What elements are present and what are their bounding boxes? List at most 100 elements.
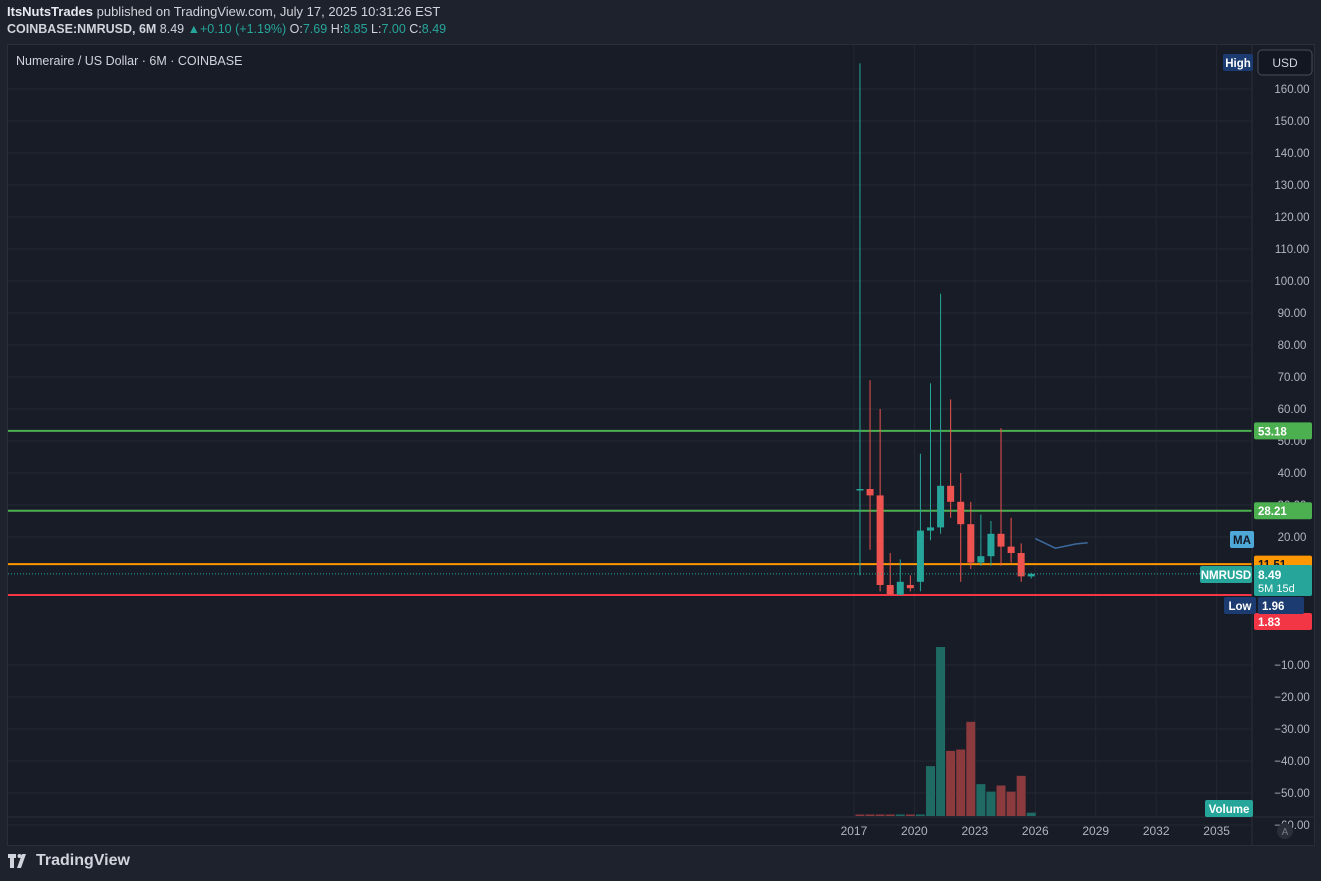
auto-scale-label: A xyxy=(1282,827,1289,838)
candle-body xyxy=(957,501,965,525)
candle-body xyxy=(866,489,874,496)
volume-bar xyxy=(925,766,935,816)
volume-tick-label: −10.00 xyxy=(1274,660,1310,672)
time-tick-label: 2017 xyxy=(841,824,868,838)
volume-bars xyxy=(855,647,1036,816)
volume-bar xyxy=(946,750,956,816)
price-chart[interactable]: 160.00 150.00 140.00 130.00 120.00 110.00 100.… xyxy=(8,45,1314,845)
candle-body xyxy=(896,581,904,595)
volume-bar xyxy=(996,785,1006,816)
candle-body xyxy=(856,489,864,491)
last-price: 8.49 xyxy=(159,22,185,36)
hline-value-tag: 1.83 xyxy=(1258,617,1280,629)
candle-body xyxy=(967,524,975,563)
grid-lines xyxy=(8,45,1252,826)
tradingview-brand[interactable]: TradingView xyxy=(8,852,130,870)
open-value: 7.69 xyxy=(302,22,328,36)
ma-line-path xyxy=(1034,537,1088,549)
volume-bar xyxy=(875,814,885,816)
price-tick-label: 150.00 xyxy=(1274,116,1309,128)
volume-bar xyxy=(855,814,865,816)
change-arrow-icon: ▲ xyxy=(187,22,200,36)
price-tick-label: 140.00 xyxy=(1274,148,1309,160)
author-name[interactable]: ItsNutsTrades xyxy=(7,4,93,19)
volume-bar xyxy=(885,814,895,816)
time-tick-label: 2035 xyxy=(1203,824,1230,838)
volume-bar xyxy=(966,721,976,816)
volume-tick-label: −30.00 xyxy=(1274,724,1310,736)
candle-body xyxy=(876,495,884,585)
price-tick-label: 20.00 xyxy=(1278,532,1307,544)
candle-body xyxy=(987,533,995,557)
chart-title: Numeraire / US Dollar · 6M · COINBASE xyxy=(16,54,242,68)
volume-tick-label: −20.00 xyxy=(1274,692,1310,704)
volume-bar xyxy=(915,814,925,816)
symbol-label: COINBASE:NMRUSD, 6M xyxy=(7,22,157,36)
ohlc-header: COINBASE:NMRUSD, 6M 8.49 ▲+0.10 (+1.19%)… xyxy=(7,22,446,36)
high-label: H: xyxy=(330,22,344,36)
hline-value-tag: 28.21 xyxy=(1258,506,1287,518)
volume-tick-label: −50.00 xyxy=(1274,788,1310,800)
currency-button[interactable]: USD xyxy=(1257,49,1313,76)
auto-scale-button[interactable]: A xyxy=(1277,823,1293,839)
volume-bar xyxy=(895,814,905,816)
publish-header: ItsNutsTrades published on TradingView.c… xyxy=(7,4,440,19)
price-tick-label: 40.00 xyxy=(1278,468,1307,480)
volume-bar xyxy=(976,784,986,816)
low-tag: Low xyxy=(1229,601,1252,613)
candle-body xyxy=(977,556,985,563)
candle-body xyxy=(997,533,1005,547)
candle-body xyxy=(1017,553,1025,577)
close-value: 8.49 xyxy=(421,22,447,36)
candle-body xyxy=(926,527,934,531)
time-tick-label: 2029 xyxy=(1082,824,1109,838)
volume-bar xyxy=(1006,791,1016,816)
time-tick-label: 2026 xyxy=(1022,824,1049,838)
volume-bar xyxy=(1016,775,1026,816)
price-tick-label: 90.00 xyxy=(1278,308,1307,320)
price-tick-label: 70.00 xyxy=(1278,372,1307,384)
ma-line xyxy=(1034,537,1088,549)
last-price-tag: 8.49 xyxy=(1258,568,1282,582)
time-tick-label: 2020 xyxy=(901,824,928,838)
price-tick-label: 120.00 xyxy=(1274,212,1309,224)
change-value: +0.10 (+1.19%) xyxy=(200,22,287,36)
high-value: 8.85 xyxy=(343,22,368,36)
volume-bar xyxy=(905,814,915,816)
horizontal-lines xyxy=(8,429,1252,596)
volume-bar xyxy=(986,791,996,816)
candle-body xyxy=(906,585,914,589)
candle-body xyxy=(886,585,894,595)
hline-value-tag: 53.18 xyxy=(1258,426,1287,438)
low-label: L: xyxy=(371,22,382,36)
volume-bar xyxy=(936,647,946,816)
price-tick-label: 160.00 xyxy=(1274,84,1309,96)
price-tick-label: 110.00 xyxy=(1275,244,1309,256)
time-tick-label: 2023 xyxy=(961,824,988,838)
publish-info: published on TradingView.com, July 17, 2… xyxy=(96,4,441,19)
time-axis[interactable]: 2017 2020 2023 2026 2029 2032 2035 xyxy=(841,824,1231,838)
chart-container[interactable]: 160.00 150.00 140.00 130.00 120.00 110.00 100.… xyxy=(7,44,1315,846)
currency-button-label: USD xyxy=(1272,56,1298,70)
price-tick-label: 80.00 xyxy=(1278,340,1307,352)
volume-bar xyxy=(1026,812,1036,816)
price-tick-label: 130.00 xyxy=(1274,180,1309,192)
open-label: O: xyxy=(289,22,303,36)
candles xyxy=(856,63,1035,595)
low-value-tag: 1.96 xyxy=(1262,601,1284,613)
ma-tag: MA xyxy=(1233,535,1251,547)
candle-body xyxy=(937,485,945,528)
price-tick-label: 60.00 xyxy=(1278,404,1307,416)
brand-name: TradingView xyxy=(36,852,130,869)
countdown-tag: 5M 15d xyxy=(1258,583,1295,595)
low-value: 7.00 xyxy=(381,22,406,36)
high-tag: High xyxy=(1225,58,1251,70)
symbol-tag: NMRUSD xyxy=(1201,570,1251,582)
volume-tag: Volume xyxy=(1209,804,1250,816)
candle-body xyxy=(947,485,955,502)
tradingview-logo-icon xyxy=(8,854,26,868)
candle-body xyxy=(1007,546,1015,553)
volume-bar xyxy=(956,749,966,816)
time-tick-label: 2032 xyxy=(1143,824,1170,838)
price-tick-label: 100.00 xyxy=(1274,276,1309,288)
